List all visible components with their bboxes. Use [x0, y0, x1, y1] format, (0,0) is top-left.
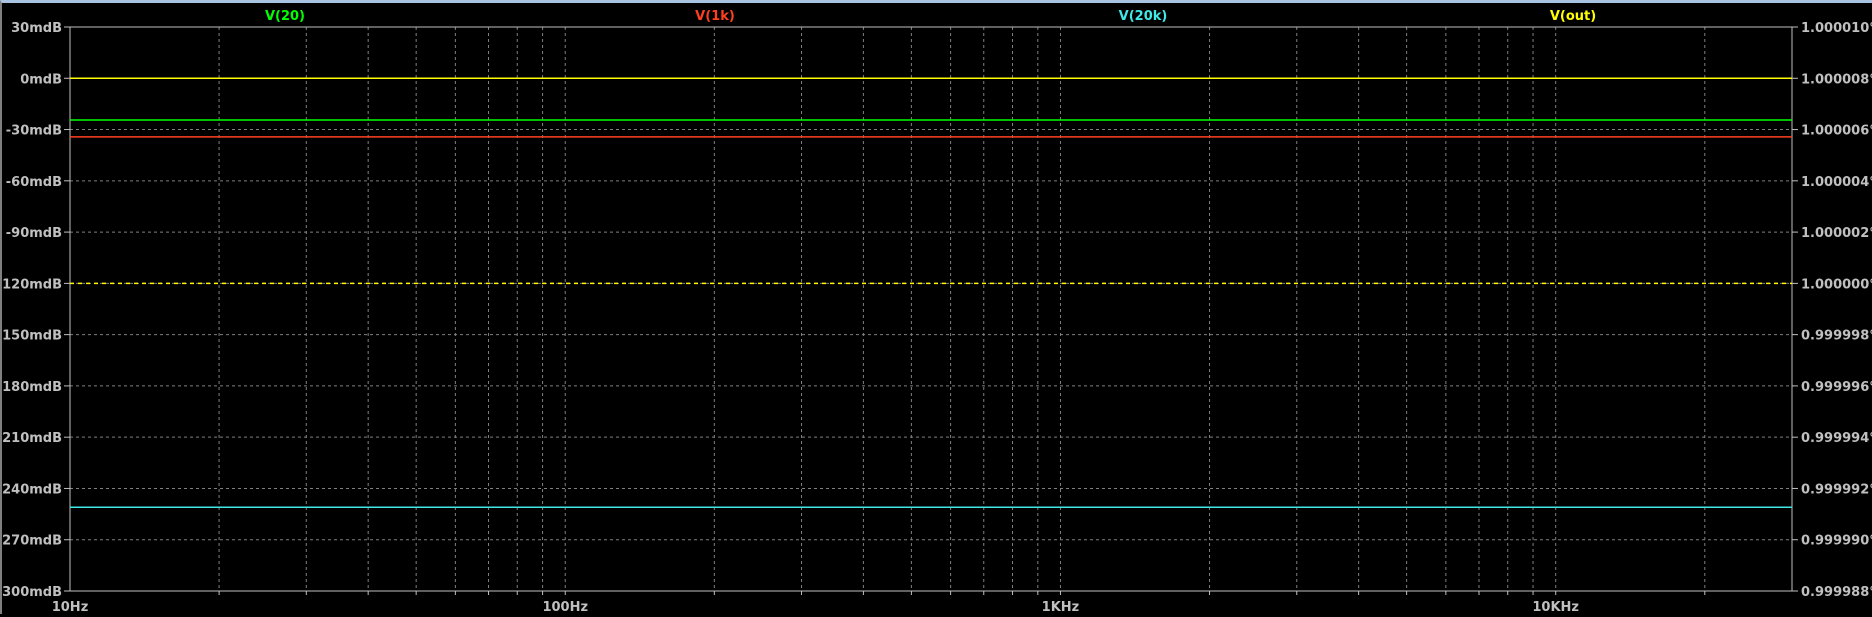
y-left-tick-label: -210mdB	[2, 431, 62, 446]
y-left-tick-label: -240mdB	[2, 482, 62, 497]
legend-trace-label: V(20k)	[1119, 9, 1168, 24]
y-left-tick-label: 0mdB	[20, 72, 62, 87]
y-right-tick-label: 1.000008°	[1801, 72, 1872, 87]
y-right-tick-label: 0.999994°	[1801, 431, 1872, 446]
y-right-tick-label: 1.000002°	[1801, 226, 1872, 241]
y-left-tick-label: 30mdB	[11, 21, 62, 36]
y-right-tick-label: 1.000010°	[1801, 21, 1872, 36]
waveform-viewer: 30mdB 0mdB -30mdB -60mdB -90mdB -120mdB -150md…	[0, 0, 1872, 617]
y-left-tick-label: -270mdB	[2, 534, 62, 549]
y-right-tick-label: 1.000000°	[1801, 277, 1872, 292]
x-tick-label: 1KHz	[1042, 600, 1080, 615]
y-left-tick-label: -300mdB	[2, 585, 62, 600]
y-left-tick-label: -60mdB	[6, 175, 62, 190]
y-right-tick-label: 1.000004°	[1801, 175, 1872, 190]
legend-trace-label: V(out)	[1550, 9, 1596, 24]
y-left-tick-label: -150mdB	[2, 329, 62, 344]
x-tick-label: 100Hz	[542, 600, 588, 615]
y-right-tick-label: 0.999990°	[1801, 534, 1872, 549]
y-right-tick-label: 0.999992°	[1801, 482, 1872, 497]
plot-frame	[69, 26, 1793, 592]
y-left-tick-label: -180mdB	[2, 380, 62, 395]
y-right-tick-label: 0.999996°	[1801, 380, 1872, 395]
y-right-tick-label: 0.999998°	[1801, 329, 1872, 344]
legend-trace-label: V(1k)	[695, 9, 735, 24]
y-right-tick-label: 0.999988°	[1801, 585, 1872, 600]
bode-plot[interactable]: 30mdB 0mdB -30mdB -60mdB -90mdB -120mdB -150md…	[2, 3, 1872, 617]
x-tick-label: 10KHz	[1532, 600, 1579, 615]
y-left-tick-label: -120mdB	[2, 277, 62, 292]
y-right-tick-label: 1.000006°	[1801, 124, 1872, 139]
x-tick-label: 10Hz	[52, 600, 89, 615]
y-left-tick-label: -30mdB	[6, 124, 62, 139]
y-left-tick-label: -90mdB	[6, 226, 62, 241]
legend-trace-label: V(20)	[265, 9, 305, 24]
